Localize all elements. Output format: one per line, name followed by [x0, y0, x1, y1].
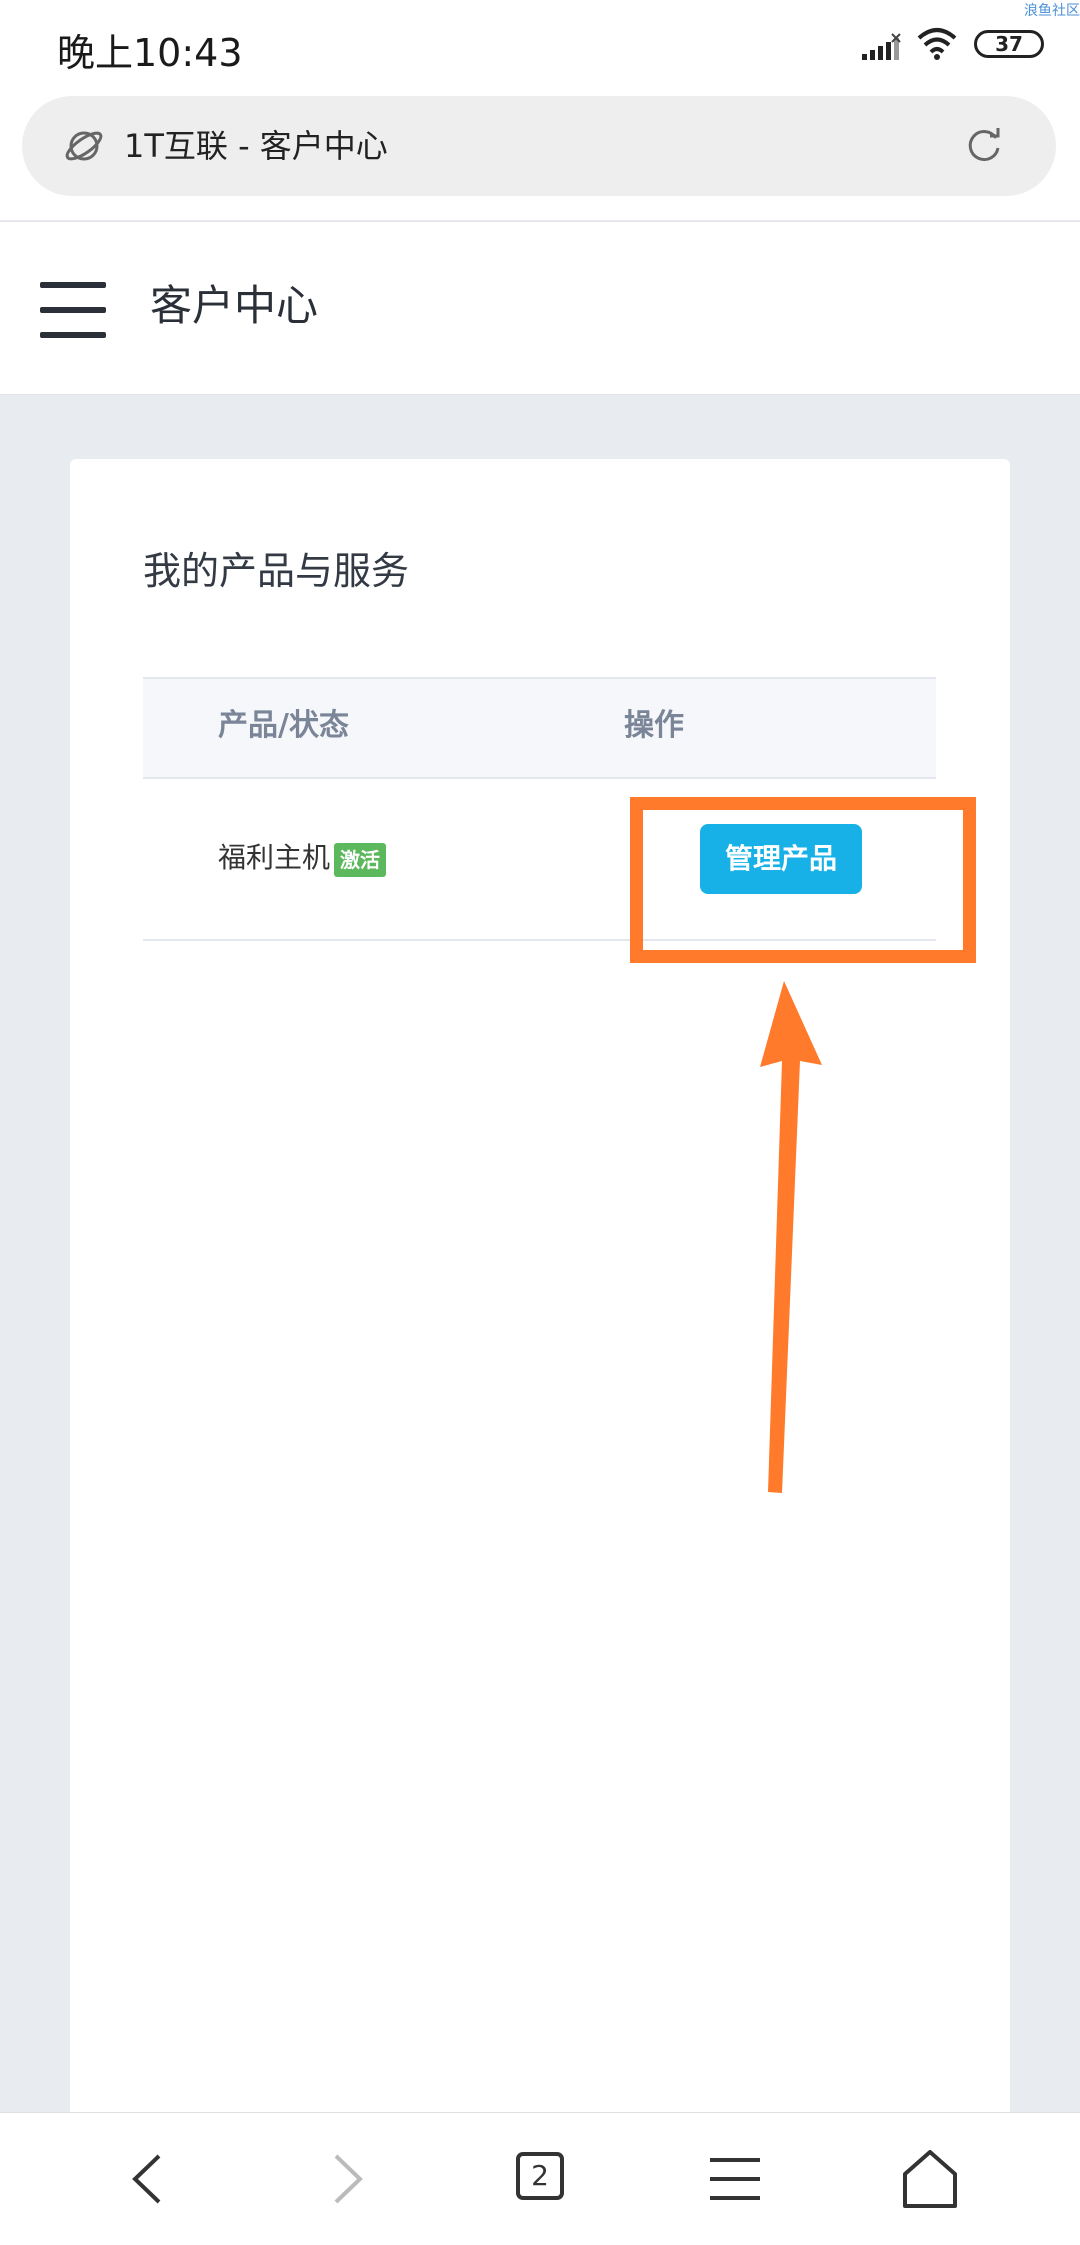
tabs-icon[interactable]: 2 [516, 2152, 564, 2200]
forward-icon[interactable] [310, 2144, 380, 2214]
reload-icon[interactable] [962, 124, 1006, 168]
column-header-action: 操作 [624, 708, 684, 743]
status-time: 晚上10:43 [57, 31, 243, 75]
highlight-annotation-box [630, 797, 976, 963]
column-header-product: 产品/状态 [218, 708, 349, 743]
page-title: 客户中心 [150, 281, 319, 330]
page-url-title[interactable]: 1T互联 - 客户中心 [124, 124, 388, 168]
wifi-icon [917, 28, 957, 60]
product-name[interactable]: 福利主机 [218, 838, 330, 878]
status-badge: 激活 [334, 843, 386, 877]
arrow-annotation-icon [760, 981, 822, 1493]
section-title: 我的产品与服务 [143, 549, 410, 593]
menu-icon[interactable] [700, 2144, 770, 2214]
planet-icon [65, 131, 103, 161]
home-icon[interactable] [895, 2144, 965, 2214]
cellular-signal-icon [862, 33, 901, 60]
back-icon[interactable] [115, 2144, 185, 2214]
watermark-text: 浪鱼社区 [1024, 3, 1080, 19]
battery-indicator: 37 [974, 30, 1044, 58]
hamburger-icon[interactable] [40, 282, 106, 338]
